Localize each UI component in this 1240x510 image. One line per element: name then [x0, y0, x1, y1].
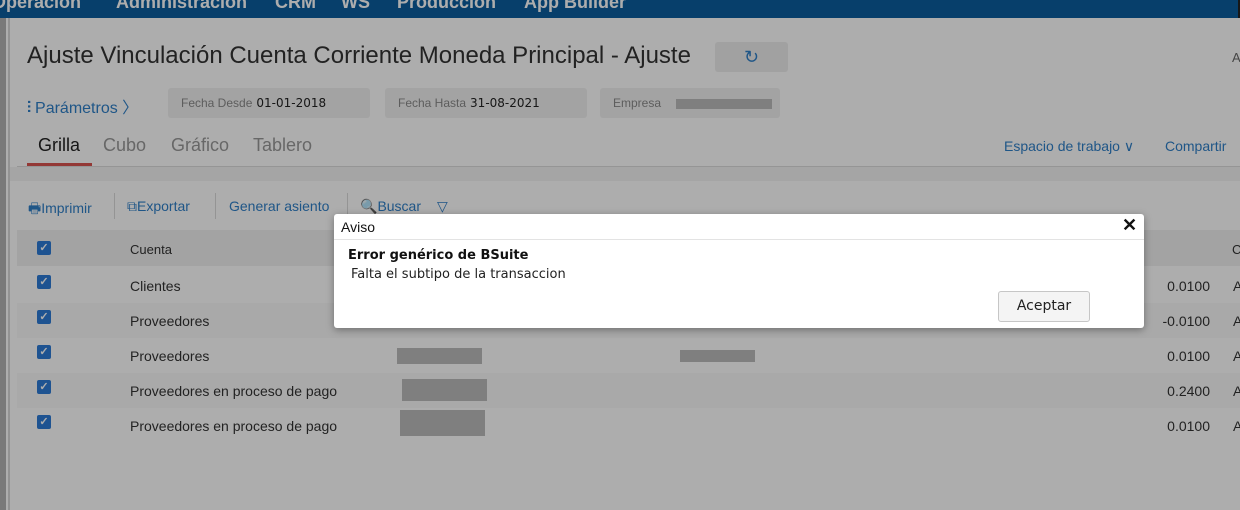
error-heading: Error genérico de BSuite [348, 248, 529, 263]
error-message: Falta el subtipo de la transaccion [351, 267, 566, 282]
accept-button[interactable]: Aceptar [998, 291, 1090, 322]
close-icon[interactable]: ✕ [1122, 215, 1137, 236]
dialog-title-divider [334, 239, 1144, 240]
alert-dialog: Aviso ✕ Error genérico de BSuite Falta e… [334, 214, 1144, 328]
dialog-title: Aviso [341, 219, 375, 235]
